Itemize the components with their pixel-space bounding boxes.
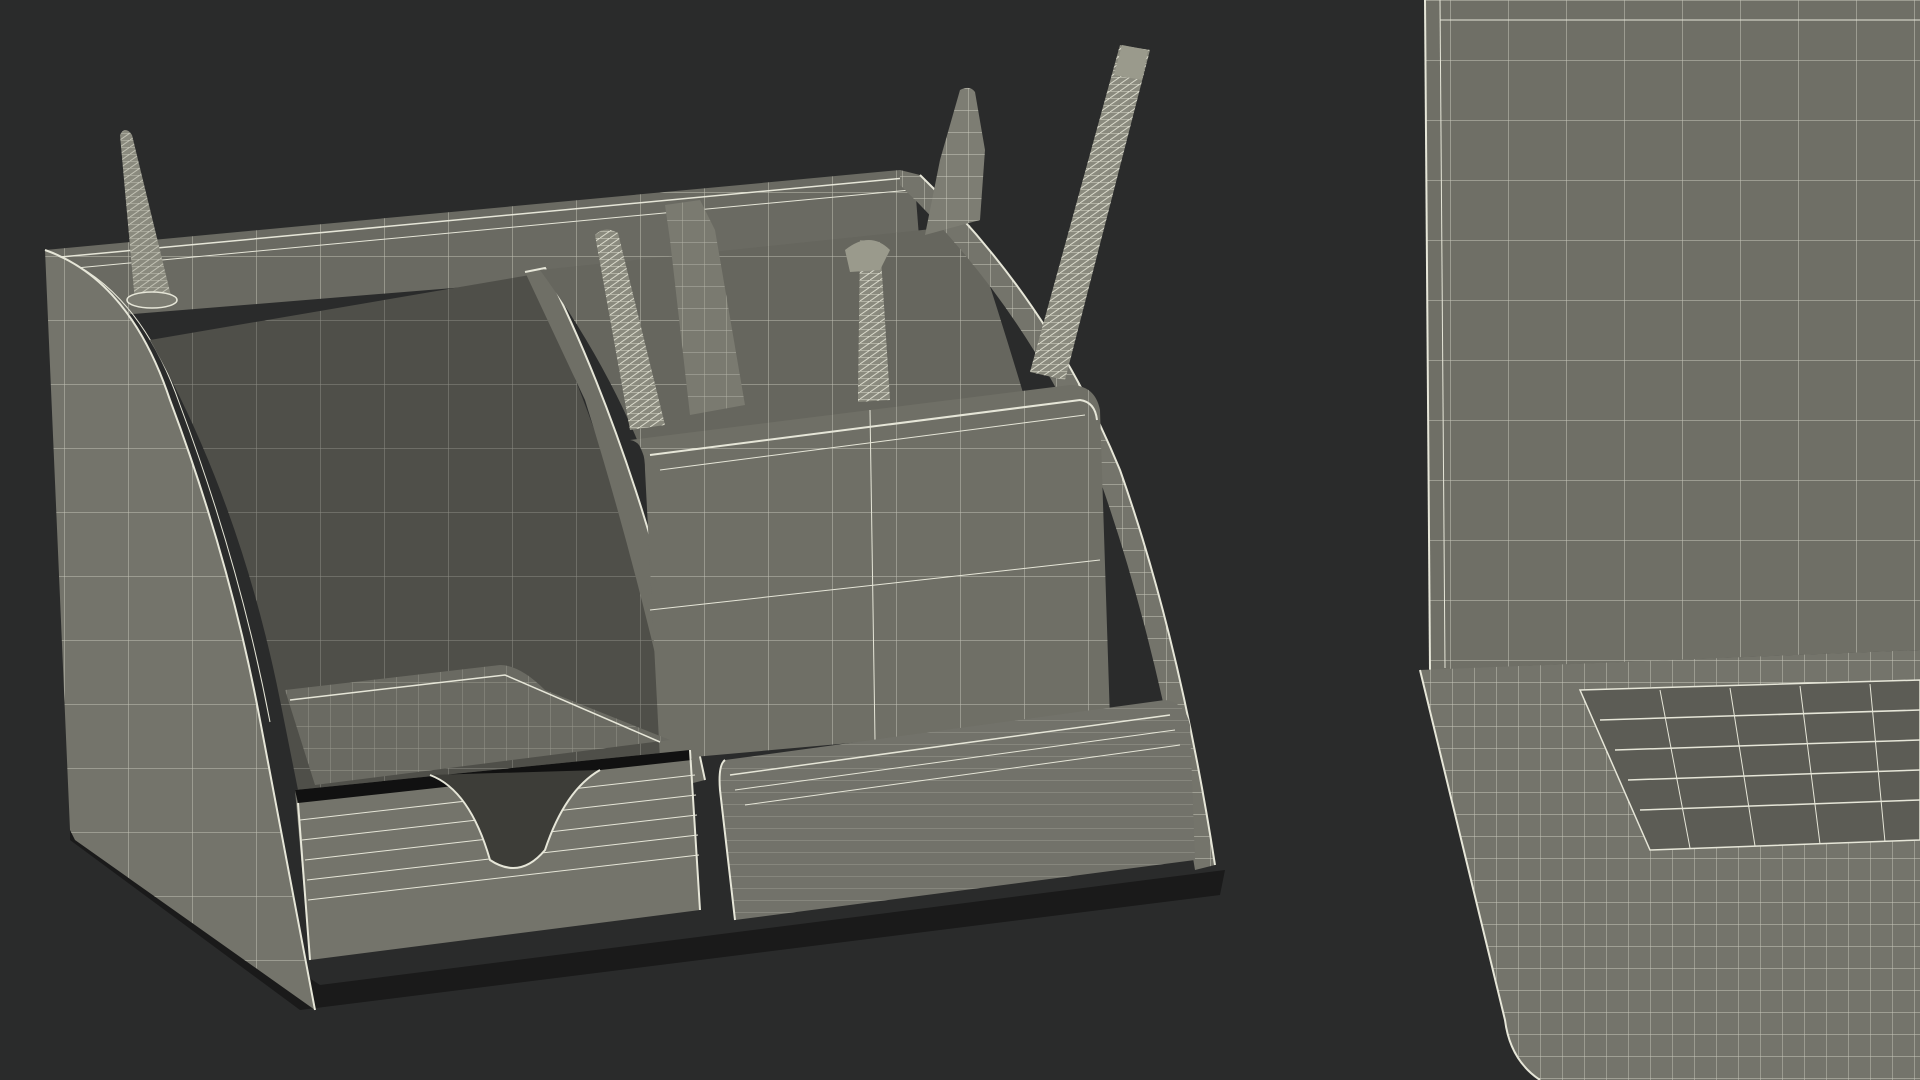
laptop [1419,0,1920,1080]
wireframe-render-scene [0,0,1920,1080]
